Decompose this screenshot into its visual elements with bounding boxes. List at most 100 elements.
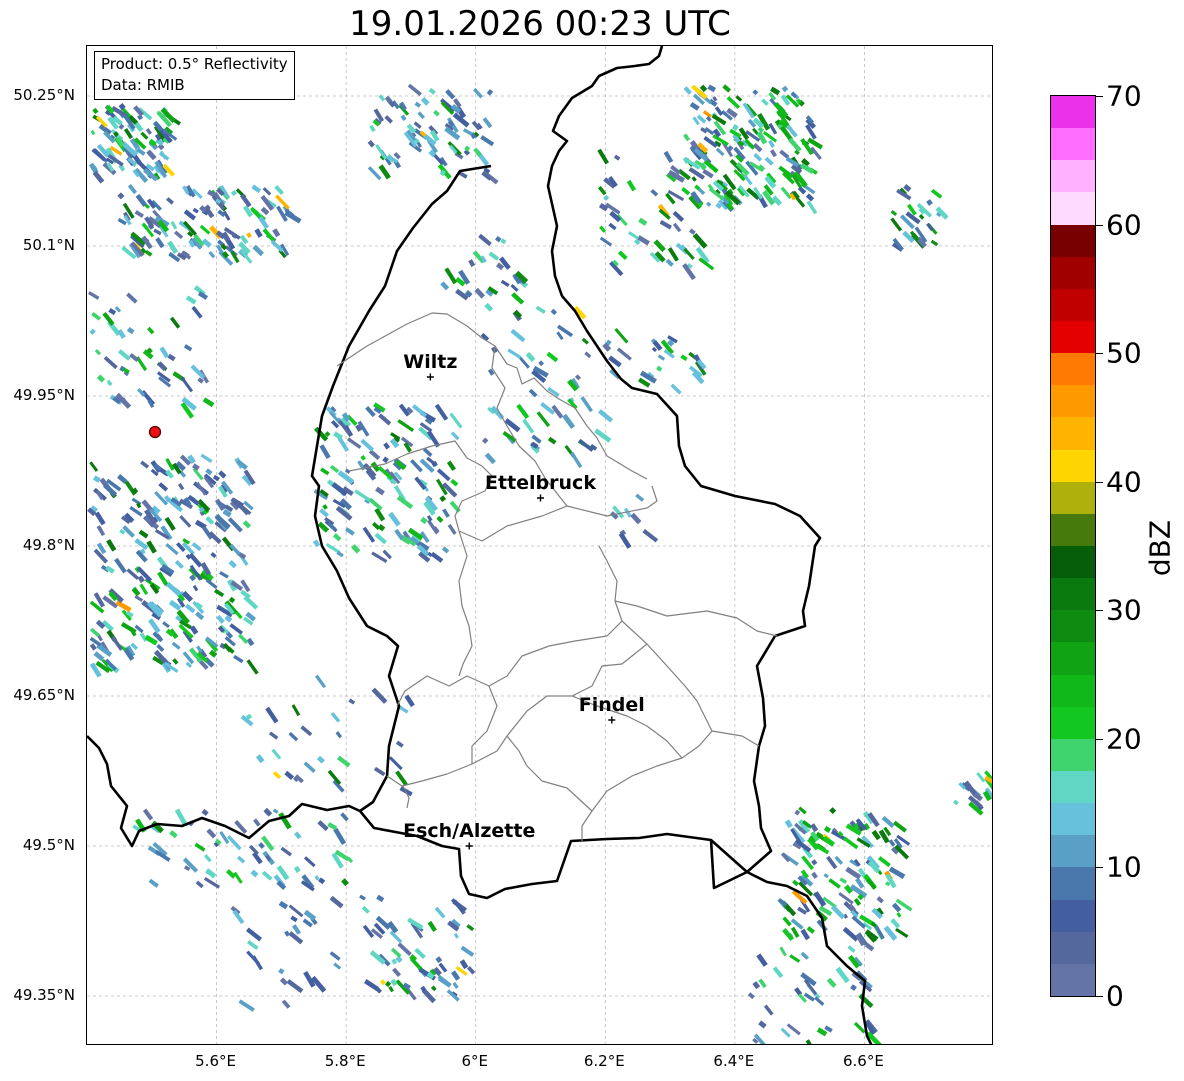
radar-map[interactable]: Wiltz Ettelbruck Findel Esch/Alzette — [86, 45, 993, 1045]
echo-cell — [138, 529, 149, 539]
city-label: Findel — [579, 694, 645, 716]
echo-cell — [134, 210, 144, 218]
echo-cell — [535, 305, 546, 314]
echo-cell — [131, 587, 141, 597]
colorbar-tick-label: 30 — [1106, 593, 1142, 627]
echo-cell — [140, 131, 149, 140]
echo-cell — [204, 854, 212, 863]
echo-cell — [594, 428, 612, 443]
echo-cell — [265, 706, 279, 724]
echo-cell — [805, 1039, 813, 1044]
echo-cell — [303, 761, 316, 773]
echo-cell — [166, 197, 174, 205]
echo-cell — [368, 449, 381, 461]
echo-cell — [706, 201, 712, 207]
city-cross-icon — [537, 494, 544, 502]
echo-cell — [135, 193, 148, 208]
echo-cell — [216, 614, 225, 624]
echo-cell — [781, 85, 789, 93]
echo-cell — [478, 233, 492, 247]
echo-cell — [167, 240, 179, 254]
echo-cell — [395, 770, 408, 786]
colorbar-segment — [1051, 931, 1095, 964]
echo-cell — [246, 927, 262, 942]
echo-cell — [91, 312, 102, 321]
echo-cell — [261, 870, 273, 881]
echo-cell — [890, 210, 898, 217]
echo-cell — [445, 89, 456, 100]
echo-cell — [179, 515, 192, 528]
colorbar-tick-label: 70 — [1106, 79, 1142, 113]
echo-cell — [377, 524, 386, 532]
echo-cell — [315, 674, 327, 689]
echo-cell — [414, 101, 422, 108]
echo-cell — [599, 236, 613, 247]
echo-cell — [340, 812, 349, 822]
echo-cell — [226, 835, 242, 851]
colorbar-segment — [1051, 96, 1095, 129]
echo-cell — [413, 121, 422, 129]
echo-cell — [236, 855, 246, 864]
echo-cell — [481, 437, 489, 444]
echo-cell — [354, 489, 371, 502]
echo-cell — [153, 228, 162, 236]
echo-cell — [288, 731, 299, 742]
echo-cell — [450, 431, 460, 441]
echo-cell — [126, 292, 138, 304]
colorbar-segment — [1051, 417, 1095, 450]
echo-cell — [850, 984, 857, 991]
echo-cell — [752, 89, 759, 96]
echo-cell — [926, 199, 933, 206]
echo-cell — [881, 815, 895, 828]
echo-cell — [195, 880, 204, 889]
echo-cell — [659, 219, 672, 230]
echo-cell — [828, 878, 841, 889]
echo-cell — [182, 857, 199, 873]
echo-cell — [252, 244, 265, 257]
canton-border — [506, 735, 593, 812]
echo-cell — [691, 176, 697, 182]
colorbar-segment — [1051, 353, 1095, 386]
echo-cell — [373, 766, 386, 777]
colorbar-tick — [1096, 867, 1103, 869]
echo-cell — [788, 137, 802, 153]
echo-cell — [500, 279, 510, 288]
colorbar-tick — [1096, 481, 1103, 483]
echo-cell — [174, 808, 188, 826]
echo-cell — [92, 107, 99, 115]
echo-cell — [670, 383, 682, 395]
echo-cell — [172, 658, 179, 665]
echo-cell — [374, 532, 387, 545]
echo-cell — [811, 871, 818, 879]
echo-cell — [333, 962, 342, 970]
echo-cell — [111, 635, 124, 651]
echo-cell — [317, 820, 329, 832]
colorbar-segment — [1051, 835, 1095, 868]
echo-cell — [396, 495, 414, 510]
echo-cell — [369, 124, 376, 133]
echo-cell — [430, 985, 437, 992]
echo-cell — [420, 516, 428, 525]
echo-cell — [883, 925, 898, 941]
echo-cell — [139, 583, 149, 596]
echo-cell — [218, 470, 227, 479]
echo-cell — [383, 442, 390, 450]
echo-cell — [376, 894, 385, 903]
echo-cell — [191, 305, 203, 319]
radar-site-icon — [148, 425, 162, 439]
echo-cell — [389, 930, 403, 944]
echo-cell — [516, 403, 530, 419]
echo-cell — [613, 154, 621, 161]
echo-cell — [263, 807, 273, 817]
echo-cell — [228, 596, 236, 604]
city-cross-icon — [426, 373, 434, 381]
echo-cell — [466, 966, 476, 975]
echo-cell — [319, 444, 331, 460]
echo-cell — [253, 818, 261, 827]
echo-cell — [335, 731, 343, 739]
echo-cell — [167, 353, 176, 362]
city-cross-icon — [608, 716, 616, 724]
colorbar-tick-label: 10 — [1106, 850, 1142, 884]
colorbar-tick — [1096, 738, 1103, 740]
echo-cell — [94, 349, 102, 356]
